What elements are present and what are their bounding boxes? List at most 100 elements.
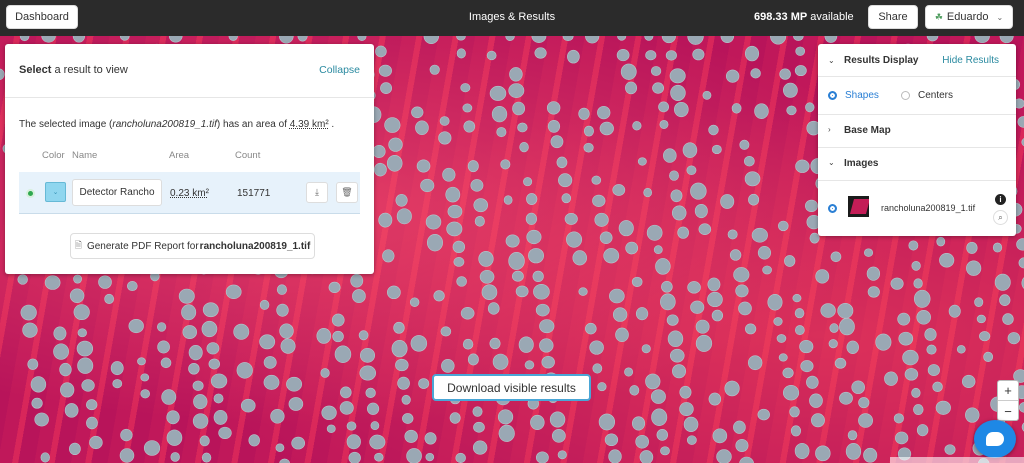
- zoom-to-image-button[interactable]: ⌕: [993, 210, 1008, 225]
- download-button[interactable]: ⤓: [306, 182, 328, 203]
- zoom-out-button[interactable]: −: [998, 401, 1018, 421]
- detected-plant-shape: [515, 285, 529, 298]
- detected-plant-shape: [332, 330, 344, 343]
- detected-plant-shape: [671, 205, 687, 221]
- detected-plant-shape: [375, 45, 387, 58]
- detected-plant-shape: [939, 252, 955, 268]
- download-icon: ⤓: [315, 187, 319, 197]
- detected-plant-shape: [558, 173, 573, 188]
- detected-plant-shape: [773, 317, 783, 326]
- detected-plant-shape: [530, 414, 545, 430]
- detected-plant-shape: [916, 310, 931, 325]
- detected-plant-shape: [739, 456, 754, 463]
- detected-plant-shape: [486, 50, 497, 61]
- detected-plant-shape: [218, 426, 232, 440]
- detected-plant-shape: [455, 452, 466, 463]
- base-map-header[interactable]: › Base Map: [818, 125, 1016, 141]
- detected-plant-shape: [944, 444, 956, 455]
- result-name-field[interactable]: Detector Rancho: [72, 179, 162, 206]
- detected-plant-shape: [650, 66, 662, 76]
- detected-plant-shape: [498, 424, 515, 442]
- zoom-controls: + −: [997, 380, 1019, 421]
- image-radio[interactable]: [828, 204, 837, 213]
- divider: [818, 147, 1016, 148]
- detected-plant-shape: [660, 446, 670, 456]
- detected-plant-shape: [275, 443, 285, 453]
- sel-mid: ) has an area of: [216, 119, 290, 130]
- detected-plant-shape: [170, 452, 180, 462]
- detected-plant-shape: [535, 303, 550, 317]
- shapes-label[interactable]: Shapes: [845, 90, 879, 101]
- pdf-prefix: Generate PDF Report for: [86, 240, 199, 252]
- detected-plant-shape: [744, 155, 755, 167]
- detected-plant-shape: [702, 90, 712, 100]
- detected-plant-shape: [378, 64, 392, 77]
- detected-plant-shape: [585, 322, 597, 335]
- detected-plant-shape: [811, 413, 825, 428]
- detected-plant-shape: [720, 194, 735, 209]
- detected-plant-shape: [608, 449, 622, 463]
- detected-plant-shape: [539, 338, 554, 353]
- detected-plant-shape: [661, 36, 676, 44]
- detected-plant-shape: [716, 449, 732, 463]
- detected-plant-shape: [424, 432, 437, 445]
- generate-pdf-button[interactable]: 🗎 Generate PDF Report for rancholuna2008…: [70, 233, 315, 259]
- detected-plant-shape: [858, 413, 873, 428]
- detected-plant-shape: [321, 405, 337, 420]
- detected-plant-shape: [748, 355, 763, 371]
- detected-plant-shape: [534, 47, 547, 59]
- detected-plant-shape: [474, 215, 485, 227]
- detected-plant-shape: [395, 193, 408, 207]
- detected-plant-shape: [178, 288, 195, 304]
- share-button[interactable]: Share: [868, 5, 918, 29]
- detected-plant-shape: [635, 307, 649, 321]
- centers-label[interactable]: Centers: [918, 90, 953, 101]
- user-menu-button[interactable]: ☘ Eduardo ⌄: [925, 5, 1013, 29]
- dashboard-button[interactable]: Dashboard: [6, 5, 78, 29]
- download-visible-results-button[interactable]: Download visible results: [432, 374, 591, 401]
- detected-plant-shape: [615, 327, 629, 342]
- detected-plant-shape: [635, 434, 649, 449]
- detected-plant-shape: [966, 241, 978, 254]
- detected-plant-shape: [669, 170, 679, 181]
- detected-plant-shape: [738, 301, 752, 316]
- detected-plant-shape: [382, 249, 395, 263]
- detected-plant-shape: [631, 276, 643, 287]
- detected-plant-shape: [866, 266, 881, 281]
- detected-plant-shape: [119, 448, 135, 463]
- results-display-header[interactable]: ⌄ Results Display Hide Results: [818, 55, 1016, 75]
- detected-plant-shape: [503, 195, 513, 205]
- detected-plant-shape: [847, 430, 858, 441]
- chat-icon: [986, 432, 1004, 446]
- detected-plant-shape: [452, 240, 466, 254]
- detected-plant-shape: [331, 313, 345, 327]
- collapse-link[interactable]: Collapse: [319, 64, 360, 76]
- color-swatch[interactable]: ⌄: [45, 182, 66, 202]
- detected-plant-shape: [845, 443, 862, 460]
- hide-results-link[interactable]: Hide Results: [942, 55, 999, 66]
- detected-plant-shape: [936, 236, 946, 247]
- detected-plant-shape: [429, 64, 440, 75]
- detected-plant-shape: [597, 105, 611, 120]
- delete-button[interactable]: 🗑: [336, 182, 358, 203]
- images-header[interactable]: ⌄ Images: [818, 158, 1016, 174]
- detected-plant-shape: [442, 167, 456, 182]
- detected-plant-shape: [346, 421, 357, 431]
- detected-plant-shape: [618, 220, 634, 237]
- result-row[interactable]: ⌄ Detector Rancho 0.23 km² 151771 ⤓ 🗑: [19, 172, 360, 214]
- detected-plant-shape: [729, 249, 742, 261]
- detected-plant-shape: [966, 260, 982, 276]
- detected-plant-shape: [679, 402, 694, 417]
- detected-plant-shape: [603, 248, 620, 264]
- detected-plant-shape: [828, 339, 838, 349]
- detected-plant-shape: [120, 428, 133, 442]
- zoom-in-button[interactable]: +: [998, 381, 1018, 401]
- detected-plant-shape: [948, 304, 961, 318]
- centers-radio[interactable]: [901, 91, 910, 100]
- detected-plant-shape: [645, 373, 661, 390]
- chat-button[interactable]: [974, 420, 1016, 458]
- shapes-radio[interactable]: [828, 91, 837, 100]
- detected-plant-shape: [890, 277, 904, 290]
- header-bold: Select: [19, 64, 52, 76]
- info-icon[interactable]: i: [995, 194, 1006, 205]
